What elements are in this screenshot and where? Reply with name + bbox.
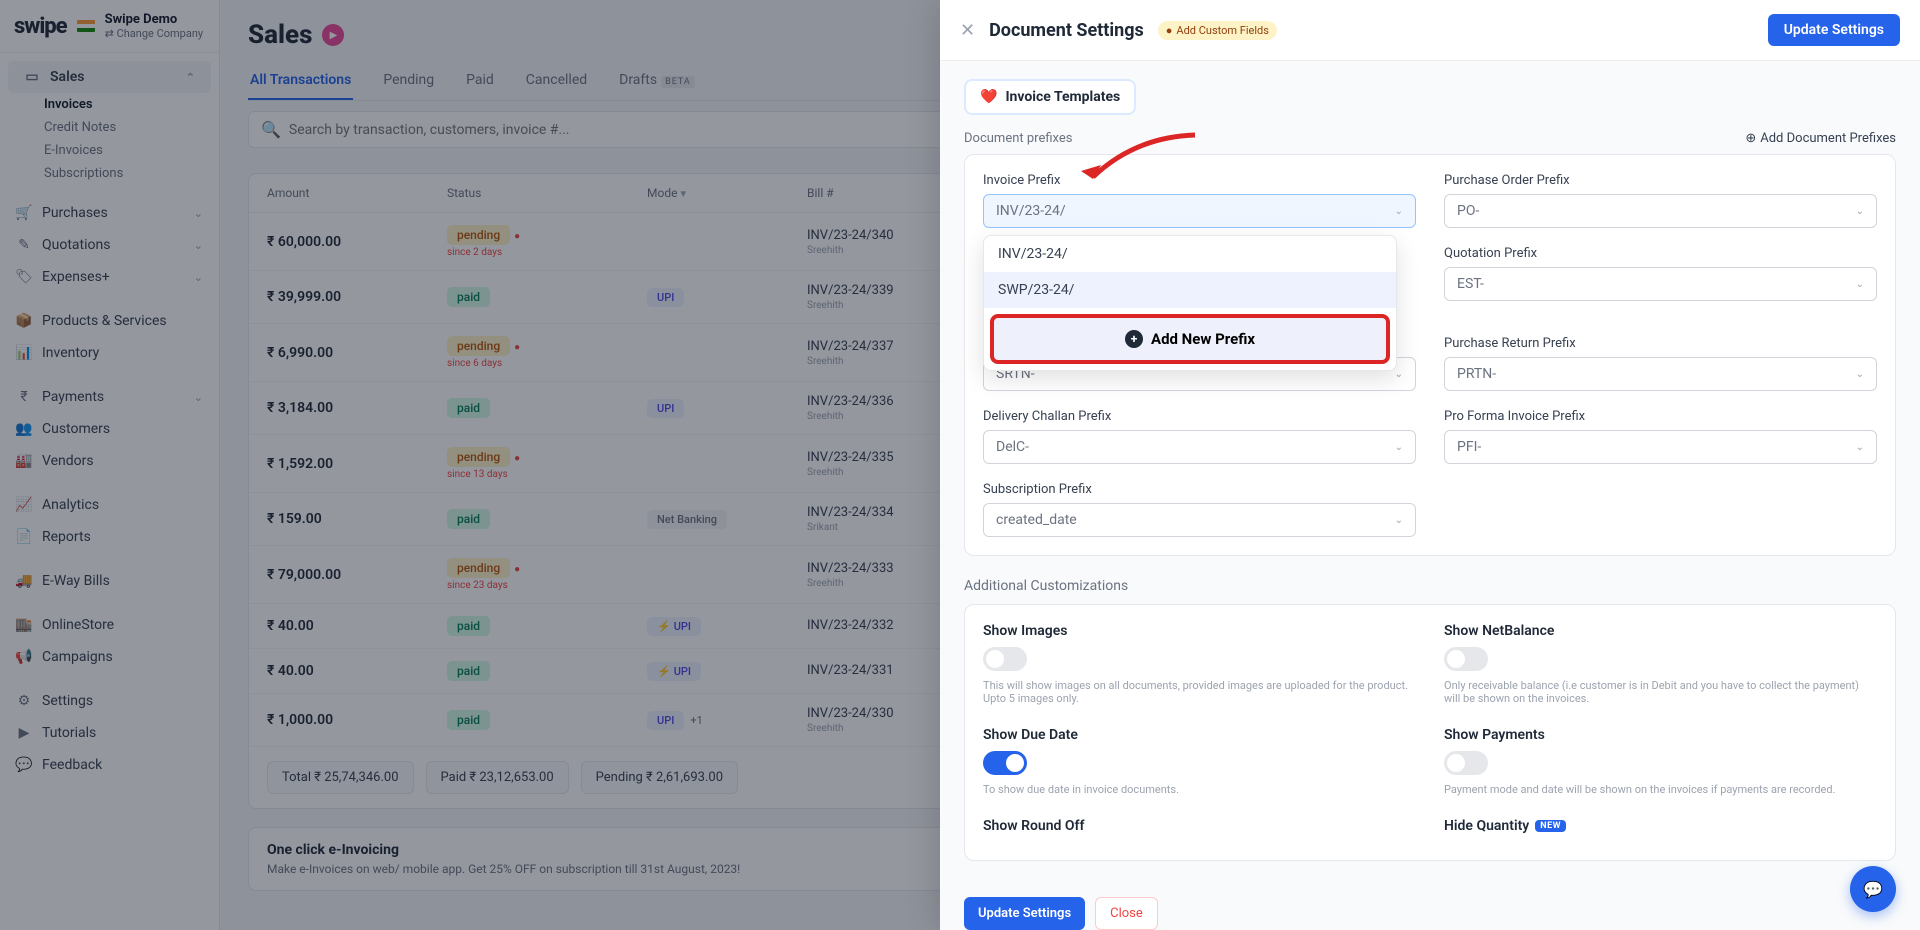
add-custom-fields-badge[interactable]: ●Add Custom Fields [1158, 21, 1277, 40]
purchase-return-prefix-label: Purchase Return Prefix [1444, 336, 1877, 351]
chevron-down-icon: ⌄ [1856, 442, 1864, 453]
chevron-down-icon: ⌄ [1856, 369, 1864, 380]
heart-icon: ❤️ [980, 89, 997, 105]
show-due-date-label: Show Due Date [983, 727, 1416, 743]
show-images-toggle[interactable] [983, 647, 1027, 671]
delivery-prefix-label: Delivery Challan Prefix [983, 409, 1416, 424]
chevron-down-icon: ⌄ [1395, 369, 1403, 380]
additional-card: Show Images This will show images on all… [964, 604, 1896, 861]
close-icon[interactable]: ✕ [960, 20, 975, 41]
chevron-down-icon: ⌄ [1856, 279, 1864, 290]
subscription-prefix-label: Subscription Prefix [983, 482, 1416, 497]
show-netbalance-label: Show NetBalance [1444, 623, 1877, 639]
chevron-down-icon: ⌄ [1395, 206, 1403, 217]
chevron-down-icon: ⌄ [1395, 515, 1403, 526]
invoice-prefix-label: Invoice Prefix [983, 173, 1416, 188]
quotation-prefix-label: Quotation Prefix [1444, 246, 1877, 261]
chat-widget[interactable]: 💬 [1850, 866, 1896, 912]
prefixes-card: Invoice Prefix INV/23-24/ ⌄ INV/23-24/ S… [964, 154, 1896, 556]
drawer-title: Document Settings [989, 20, 1144, 41]
plus-icon: + [1125, 330, 1143, 348]
show-images-label: Show Images [983, 623, 1416, 639]
delivery-prefix-select[interactable]: DelC-⌄ [983, 430, 1416, 464]
new-badge: NEW [1535, 820, 1566, 832]
plus-circle-icon: ⊕ [1745, 131, 1756, 146]
quotation-prefix-select[interactable]: EST-⌄ [1444, 267, 1877, 301]
update-settings-button-footer[interactable]: Update Settings [964, 897, 1085, 930]
subscription-prefix-select[interactable]: created_date⌄ [983, 503, 1416, 537]
prefixes-label: Document prefixes [964, 131, 1072, 146]
hide-quantity-label: Hide QuantityNEW [1444, 818, 1877, 834]
po-prefix-label: Purchase Order Prefix [1444, 173, 1877, 188]
invoice-prefix-dropdown: INV/23-24/ SWP/23-24/ + Add New Prefix [983, 235, 1397, 371]
show-due-date-toggle[interactable] [983, 751, 1027, 775]
document-settings-drawer: ✕ Document Settings ●Add Custom Fields U… [940, 0, 1920, 930]
chevron-down-icon: ⌄ [1856, 206, 1864, 217]
show-payments-label: Show Payments [1444, 727, 1877, 743]
bolt-icon: ● [1166, 24, 1173, 37]
add-new-prefix-button[interactable]: + Add New Prefix [990, 314, 1390, 364]
proforma-prefix-label: Pro Forma Invoice Prefix [1444, 409, 1877, 424]
update-settings-button[interactable]: Update Settings [1768, 14, 1900, 46]
dropdown-option[interactable]: INV/23-24/ [984, 236, 1396, 272]
close-button-footer[interactable]: Close [1095, 897, 1158, 930]
po-prefix-select[interactable]: PO-⌄ [1444, 194, 1877, 228]
show-netbalance-toggle[interactable] [1444, 647, 1488, 671]
proforma-prefix-select[interactable]: PFI-⌄ [1444, 430, 1877, 464]
purchase-return-prefix-select[interactable]: PRTN-⌄ [1444, 357, 1877, 391]
invoice-prefix-select[interactable]: INV/23-24/ ⌄ [983, 194, 1416, 228]
add-document-prefixes-link[interactable]: ⊕Add Document Prefixes [1745, 131, 1896, 146]
show-round-off-label: Show Round Off [983, 818, 1416, 834]
additional-customizations-label: Additional Customizations [964, 578, 1896, 594]
chevron-down-icon: ⌄ [1395, 442, 1403, 453]
chat-icon: 💬 [1863, 880, 1883, 899]
show-payments-toggle[interactable] [1444, 751, 1488, 775]
dropdown-option[interactable]: SWP/23-24/ [984, 272, 1396, 308]
invoice-templates-button[interactable]: ❤️ Invoice Templates [964, 79, 1136, 115]
